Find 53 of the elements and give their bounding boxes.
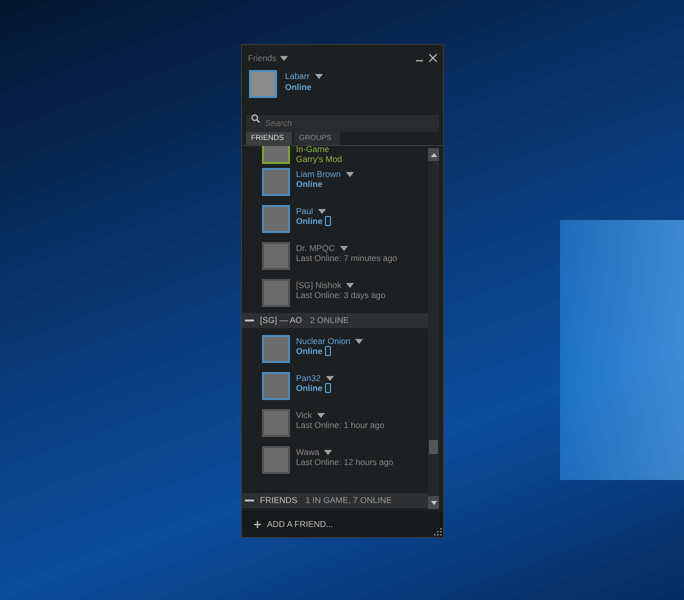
friend-name: Dr. MPQC [296, 243, 335, 253]
caret-icon [314, 74, 323, 79]
friend-item[interactable]: Dr. MPQC Last Online: 7 minutes ago [242, 238, 428, 275]
group-count: 2 ONLINE [310, 314, 349, 327]
friend-item[interactable]: Liam Brown Online [242, 164, 428, 201]
caret-icon [318, 208, 326, 214]
caret-icon [326, 376, 334, 380]
add-friend-link[interactable]: ADD A FRIEND... [267, 518, 334, 530]
friend-status: In-Game [296, 146, 330, 154]
user-name: Labarr [285, 71, 310, 82]
avatar-placeholder [249, 70, 277, 98]
group-header[interactable]: [SG] — AO 2 ONLINE [242, 313, 428, 328]
friend-name: Wawa [296, 447, 320, 457]
friend-item[interactable]: Vick Last Online: 1 hour ago [242, 405, 428, 442]
group-count: 1 IN GAME, 7 ONLINE [305, 494, 392, 507]
caret-icon [346, 172, 354, 176]
friend-name: [SG] Nishok [296, 280, 342, 290]
friend-status: Last Online: 7 minutes ago [296, 253, 398, 263]
friend-item[interactable]: Nuclear Onion Online [242, 331, 428, 368]
group-name: [SG] — AO [260, 314, 302, 327]
friend-item[interactable]: In-Game Garry's Mod [242, 146, 428, 164]
resize-grip-icon[interactable] [434, 528, 442, 536]
friend-name: Pan32 [296, 373, 321, 383]
friend-status: Online [296, 346, 322, 356]
caret-icon [355, 338, 364, 344]
group-header[interactable]: FRIENDS 1 IN GAME, 7 ONLINE [242, 493, 428, 508]
friend-name: Vick [296, 410, 312, 420]
friend-status: Online [296, 179, 322, 189]
caret-icon [316, 412, 325, 418]
friend-item[interactable]: Wawa Last Online: 12 hours ago [242, 442, 428, 479]
friend-status: Last Online: 3 days ago [296, 290, 386, 300]
friend-status: Last Online: 12 hours ago [296, 457, 394, 467]
friend-item[interactable]: Pan32 Online [242, 368, 428, 405]
friend-name: Liam Brown [296, 169, 341, 179]
game-name: Garry's Mod [296, 154, 342, 164]
user-status: Online [285, 82, 312, 93]
friend-status: Last Online: 1 hour ago [296, 420, 384, 430]
caret-icon [280, 56, 288, 60]
caret-icon [340, 246, 348, 250]
group-name: FRIENDS [260, 494, 298, 507]
friend-status: Online [296, 383, 322, 393]
window-title: Friends [248, 52, 276, 64]
search-field[interactable]: Search [246, 114, 439, 132]
caret-icon [346, 282, 354, 288]
friend-item[interactable]: Paul Online [242, 201, 428, 238]
plus-icon [254, 520, 261, 528]
friend-name: Nuclear Onion [296, 336, 350, 346]
caret-icon [324, 450, 332, 454]
scrollbar-drawing[interactable] [428, 148, 439, 509]
friend-name: Paul [296, 206, 314, 216]
friend-status: Online [296, 216, 322, 226]
friend-item[interactable]: [SG] Nishok Last Online: 3 days ago [242, 275, 428, 312]
close-icon[interactable] [429, 54, 437, 62]
